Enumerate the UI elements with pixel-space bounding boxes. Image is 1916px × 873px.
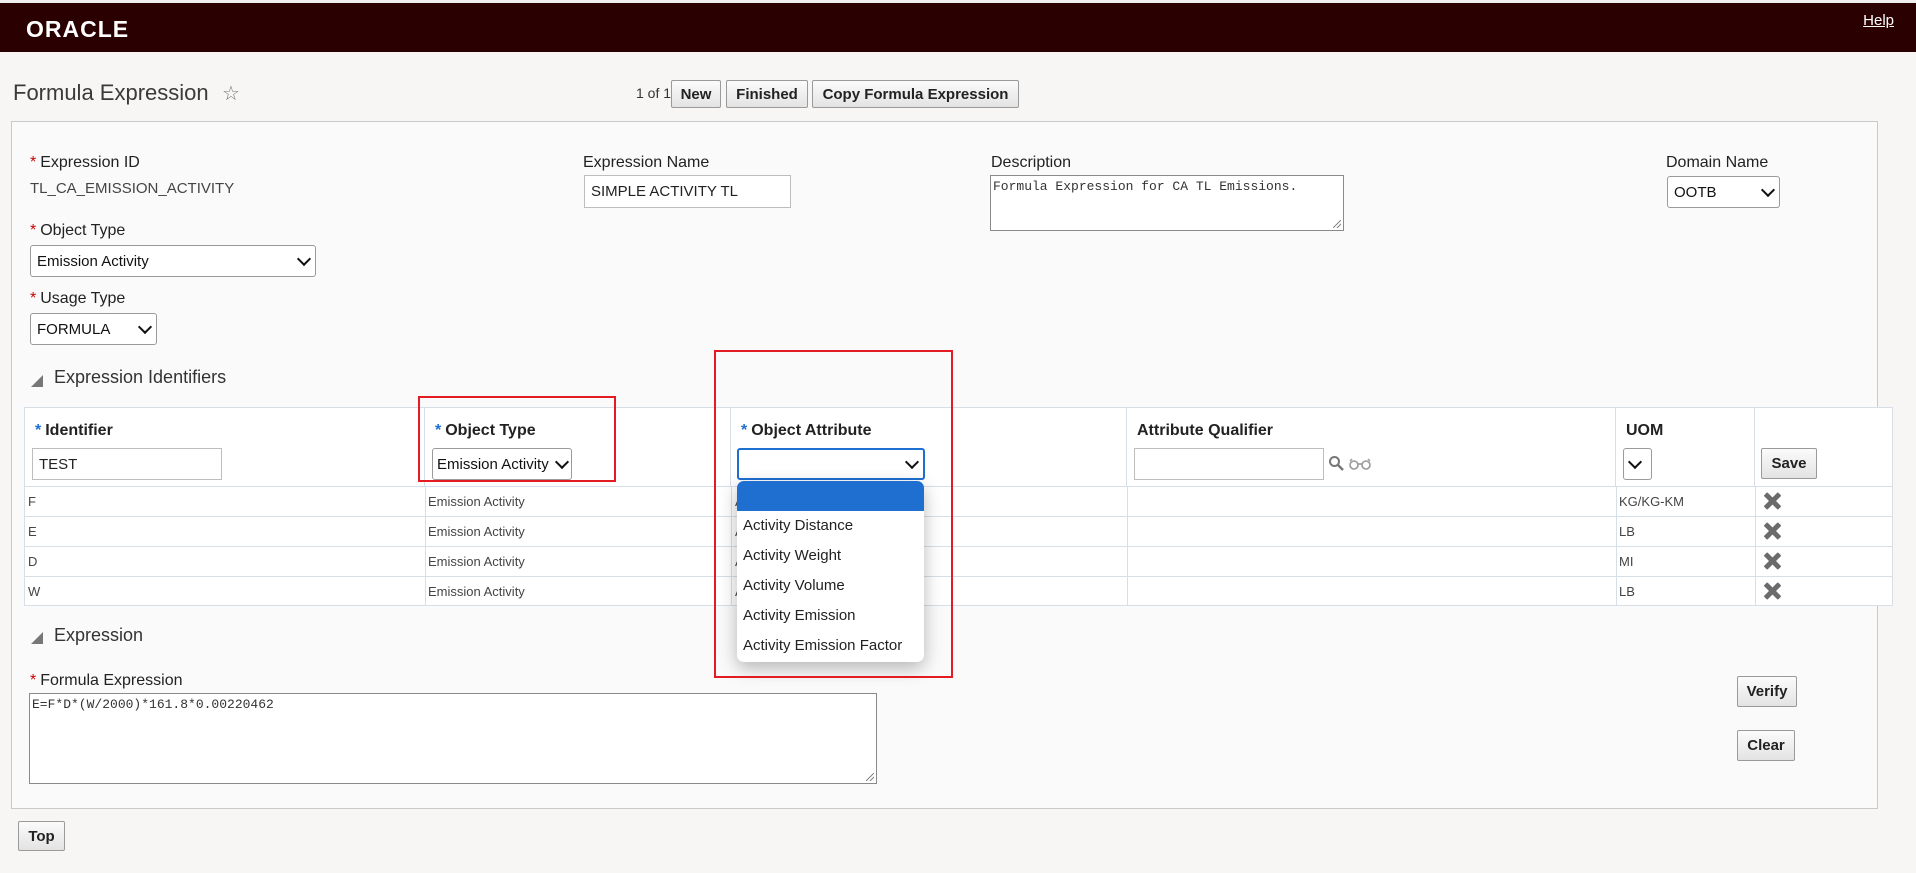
row-uom: LB	[1619, 584, 1635, 599]
top-bar: ORACLE Help	[0, 0, 1916, 52]
resize-grip-icon[interactable]	[1333, 220, 1341, 228]
usage-type-label: * Usage Type	[30, 290, 126, 307]
row-divider	[25, 516, 1892, 517]
expression-section-title[interactable]: Expression	[54, 625, 143, 646]
usage-type-select[interactable]: FORMULA	[30, 313, 157, 345]
top-button[interactable]: Top	[18, 821, 65, 851]
favorite-star-icon[interactable]: ☆	[222, 81, 240, 106]
object-type-label: * Object Type	[30, 222, 126, 239]
description-text: Formula Expression for CA TL Emissions.	[993, 179, 1298, 194]
column-divider	[1127, 486, 1128, 606]
description-label: Description	[991, 154, 1072, 171]
clear-button[interactable]: Clear	[1737, 730, 1795, 761]
delete-row-icon[interactable]	[1762, 581, 1782, 601]
collapse-triangle-icon[interactable]	[31, 632, 43, 644]
new-button[interactable]: New	[671, 80, 721, 108]
row-divider	[25, 546, 1892, 547]
column-divider	[425, 486, 426, 606]
resize-grip-icon[interactable]	[866, 773, 874, 781]
search-icon[interactable]	[1328, 455, 1344, 471]
expression-id-label: * Expression ID	[30, 154, 140, 171]
domain-name-value: OOTB	[1674, 183, 1717, 201]
description-textarea[interactable]: Formula Expression for CA TL Emissions.	[990, 175, 1344, 231]
formula-expression-label: * Formula Expression	[30, 672, 183, 689]
row-object-type: Emission Activity	[428, 554, 525, 569]
identifier-input[interactable]: TEST	[32, 448, 222, 480]
row-divider	[25, 576, 1892, 577]
row-object-type: Emission Activity	[428, 494, 525, 509]
delete-row-icon[interactable]	[1762, 491, 1782, 511]
expression-name-input[interactable]: SIMPLE ACTIVITY TL	[584, 175, 791, 208]
row-identifier: D	[28, 554, 38, 569]
glasses-icon[interactable]	[1349, 458, 1371, 470]
expression-identifiers-title[interactable]: Expression Identifiers	[54, 367, 226, 388]
formula-expression-textarea[interactable]: E=F*D*(W/2000)*161.8*0.00220462	[29, 693, 877, 784]
row-object-type: Emission Activity	[428, 584, 525, 599]
collapse-triangle-icon[interactable]	[31, 375, 43, 387]
delete-row-icon[interactable]	[1762, 521, 1782, 541]
row-uom: MI	[1619, 554, 1634, 569]
row-identifier: E	[28, 524, 37, 539]
pager-text: 1 of 1	[636, 85, 672, 101]
domain-name-select[interactable]: OOTB	[1667, 176, 1780, 208]
finished-button[interactable]: Finished	[726, 80, 808, 108]
save-button[interactable]: Save	[1761, 448, 1817, 479]
column-header-identifier: * Identifier TEST	[25, 408, 425, 486]
usage-type-value: FORMULA	[37, 320, 111, 338]
column-divider	[1755, 486, 1756, 606]
chevron-down-icon	[296, 251, 312, 267]
row-divider	[25, 486, 1892, 487]
highlight-object-type	[418, 396, 616, 482]
attribute-qualifier-input[interactable]	[1134, 448, 1324, 480]
oracle-logo: ORACLE	[26, 16, 130, 42]
expression-name-label: Expression Name	[583, 154, 710, 171]
identifiers-table: * Identifier TEST * Object Type Emission A…	[24, 407, 1893, 606]
expression-id-value: TL_CA_EMISSION_ACTIVITY	[30, 180, 235, 197]
chevron-down-icon	[1760, 182, 1776, 198]
column-header-uom: UOM	[1616, 408, 1755, 486]
row-uom: LB	[1619, 524, 1635, 539]
column-header-attribute-qualifier: Attribute Qualifier	[1127, 408, 1616, 486]
copy-formula-expression-button[interactable]: Copy Formula Expression	[812, 80, 1019, 108]
help-link[interactable]: Help	[1863, 12, 1894, 29]
row-identifier: F	[28, 494, 36, 509]
chevron-down-icon	[1627, 454, 1643, 470]
column-divider	[1616, 486, 1617, 606]
object-type-value: Emission Activity	[37, 252, 149, 270]
formula-expression-text: E=F*D*(W/2000)*161.8*0.00220462	[32, 697, 274, 712]
chevron-down-icon	[137, 319, 153, 335]
verify-button[interactable]: Verify	[1737, 676, 1797, 707]
row-uom: KG/KG-KM	[1619, 494, 1685, 509]
domain-name-label: Domain Name	[1666, 154, 1769, 171]
delete-row-icon[interactable]	[1762, 551, 1782, 571]
object-type-select[interactable]: Emission Activity	[30, 245, 316, 277]
row-identifier: W	[28, 584, 41, 599]
page-title: Formula Expression	[13, 80, 209, 105]
uom-select[interactable]	[1623, 448, 1652, 480]
highlight-object-attribute	[714, 350, 953, 678]
row-object-type: Emission Activity	[428, 524, 525, 539]
